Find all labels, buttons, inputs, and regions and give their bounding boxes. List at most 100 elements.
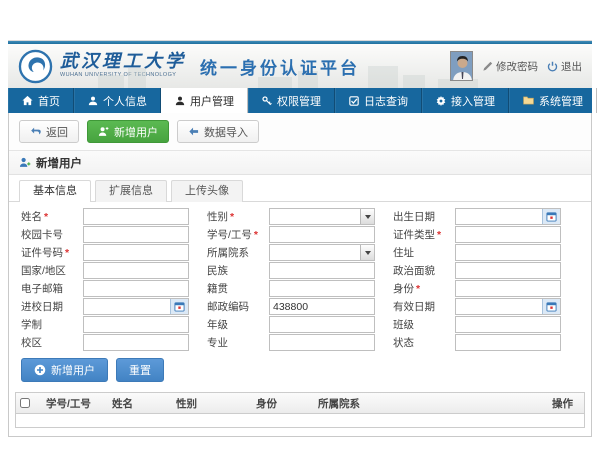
nav-item-label: 接入管理 bbox=[451, 93, 495, 109]
add-user-button[interactable]: 新增用户 bbox=[87, 120, 169, 143]
data-import-button[interactable]: 数据导入 bbox=[177, 120, 259, 143]
gender-dropdown-button[interactable] bbox=[360, 209, 374, 224]
nav-item-access-management[interactable]: 接入管理 bbox=[422, 88, 509, 113]
submit-add-user-button[interactable]: 新增用户 bbox=[21, 358, 108, 382]
grade-input[interactable] bbox=[270, 317, 374, 332]
nav-item-home[interactable]: 首页 bbox=[8, 88, 74, 113]
form-field-department: 所属院系 bbox=[207, 244, 393, 261]
change-password-link[interactable]: 修改密码 bbox=[482, 59, 538, 74]
table-select-all-cell bbox=[16, 398, 42, 408]
nav-item-label: 个人信息 bbox=[103, 93, 147, 109]
submit-add-user-label: 新增用户 bbox=[51, 362, 95, 378]
valid-date-input[interactable] bbox=[456, 299, 542, 314]
main-nav: 首页个人信息用户管理权限管理日志查询接入管理系统管理订阅管理 bbox=[8, 88, 592, 113]
home-icon bbox=[22, 95, 33, 106]
nav-item-permission-management[interactable]: 权限管理 bbox=[248, 88, 335, 113]
field-label-political-status: 政治面貌 bbox=[393, 263, 455, 278]
status-input[interactable] bbox=[456, 335, 560, 350]
logout-link[interactable]: 退出 bbox=[547, 59, 582, 74]
nav-item-profile[interactable]: 个人信息 bbox=[74, 88, 161, 113]
class-input[interactable] bbox=[456, 317, 560, 332]
address-input[interactable] bbox=[456, 245, 560, 260]
university-name: 武汉理工大学 bbox=[60, 53, 186, 71]
required-marker: * bbox=[230, 211, 234, 223]
form-field-political-status: 政治面貌 bbox=[393, 262, 579, 279]
field-label-campus: 校区 bbox=[21, 335, 83, 350]
entry-date-input[interactable] bbox=[84, 299, 170, 314]
chevron-down-icon bbox=[365, 251, 371, 255]
name-input[interactable] bbox=[84, 209, 188, 224]
field-label-class: 班级 bbox=[393, 317, 455, 332]
form-field-gender: 性别* bbox=[207, 208, 393, 225]
required-marker: * bbox=[416, 283, 420, 295]
back-arrow-icon bbox=[30, 126, 41, 137]
table-column-header: 操作 bbox=[548, 396, 584, 411]
major-input[interactable] bbox=[270, 335, 374, 350]
add-user-icon bbox=[98, 126, 109, 137]
birth-date-input[interactable] bbox=[456, 209, 542, 224]
id-type-input[interactable] bbox=[456, 227, 560, 242]
department-dropdown-button[interactable] bbox=[360, 245, 374, 260]
email-input[interactable] bbox=[84, 281, 188, 296]
field-label-email: 电子邮箱 bbox=[21, 281, 83, 296]
campus-input[interactable] bbox=[84, 335, 188, 350]
school-system-input[interactable] bbox=[84, 317, 188, 332]
valid-date-calendar-button[interactable] bbox=[542, 299, 560, 314]
change-password-label: 修改密码 bbox=[496, 59, 538, 74]
nav-item-log-query[interactable]: 日志查询 bbox=[335, 88, 422, 113]
birth-date-calendar-button[interactable] bbox=[542, 209, 560, 224]
nav-item-user-management[interactable]: 用户管理 bbox=[161, 88, 248, 113]
header: 武汉理工大学 WUHAN UNIVERSITY OF TECHNOLOGY 统一… bbox=[8, 44, 592, 88]
tab-basic-info[interactable]: 基本信息 bbox=[19, 180, 91, 202]
required-marker: * bbox=[254, 229, 258, 241]
form-actions: 新增用户 重置 bbox=[9, 354, 591, 390]
tab-upload-avatar[interactable]: 上传头像 bbox=[171, 180, 243, 202]
back-button[interactable]: 返回 bbox=[19, 120, 79, 143]
field-label-country-region: 国家/地区 bbox=[21, 263, 83, 278]
field-label-school-system: 学制 bbox=[21, 317, 83, 332]
field-label-native-place: 籍贯 bbox=[207, 281, 269, 296]
header-right: 修改密码 退出 bbox=[450, 51, 582, 81]
id-number-input[interactable] bbox=[84, 245, 188, 260]
entry-date-calendar-button[interactable] bbox=[170, 299, 188, 314]
department-input[interactable] bbox=[270, 245, 360, 260]
form-field-entry-date: 进校日期 bbox=[21, 298, 207, 315]
field-label-birth-date: 出生日期 bbox=[393, 209, 455, 224]
reset-button-label: 重置 bbox=[129, 362, 151, 378]
field-label-id-type: 证件类型* bbox=[393, 227, 455, 242]
import-arrow-icon bbox=[188, 126, 199, 137]
reset-button[interactable]: 重置 bbox=[116, 358, 164, 382]
calendar-icon bbox=[546, 211, 557, 222]
form-field-grade: 年级 bbox=[207, 316, 393, 333]
tab-extended-info[interactable]: 扩展信息 bbox=[95, 180, 167, 202]
user-avatar[interactable] bbox=[450, 51, 473, 81]
field-label-grade: 年级 bbox=[207, 317, 269, 332]
table-column-header: 姓名 bbox=[108, 396, 172, 411]
form-field-id-number: 证件号码* bbox=[21, 244, 207, 261]
political-status-input[interactable] bbox=[456, 263, 560, 278]
field-label-id-number: 证件号码* bbox=[21, 245, 83, 260]
user-table: 学号/工号姓名性别身份所属院系操作 bbox=[15, 392, 585, 428]
form-field-student-id: 学号/工号* bbox=[207, 226, 393, 243]
nav-item-system-management[interactable]: 系统管理 bbox=[509, 88, 597, 113]
required-marker: * bbox=[65, 247, 69, 259]
form-field-valid-date: 有效日期 bbox=[393, 298, 579, 315]
student-id-input[interactable] bbox=[270, 227, 374, 242]
campus-card-input[interactable] bbox=[84, 227, 188, 242]
form-field-birth-date: 出生日期 bbox=[393, 208, 579, 225]
country-region-input[interactable] bbox=[84, 263, 188, 278]
identity-input[interactable] bbox=[456, 281, 560, 296]
form-field-identity: 身份* bbox=[393, 280, 579, 297]
gender-input[interactable] bbox=[270, 209, 360, 224]
toolbar: 返回 新增用户 数据导入 bbox=[9, 113, 591, 151]
key-icon bbox=[262, 96, 272, 106]
postal-code-input[interactable] bbox=[270, 299, 374, 314]
folder-icon bbox=[523, 96, 534, 105]
field-label-status: 状态 bbox=[393, 335, 455, 350]
native-place-input[interactable] bbox=[270, 281, 374, 296]
log-icon bbox=[349, 96, 359, 106]
field-label-student-id: 学号/工号* bbox=[207, 227, 269, 242]
form-field-status: 状态 bbox=[393, 334, 579, 351]
ethnicity-input[interactable] bbox=[270, 263, 374, 278]
select-all-checkbox[interactable] bbox=[20, 398, 30, 408]
